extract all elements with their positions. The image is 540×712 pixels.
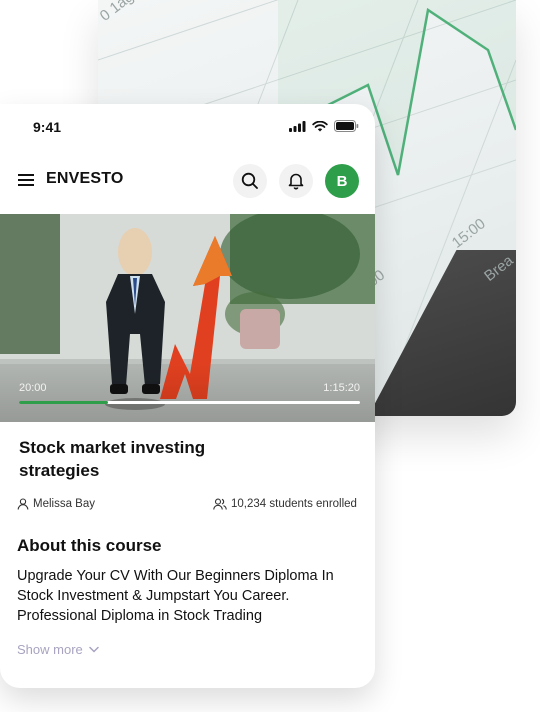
video-total-time: 1:15:20 bbox=[323, 382, 360, 394]
signal-icon bbox=[289, 120, 306, 132]
brand-logo: ENVESTO bbox=[46, 170, 124, 187]
show-more-label: Show more bbox=[17, 642, 83, 657]
avatar[interactable]: B bbox=[325, 164, 359, 198]
video-player[interactable]: 20:00 1:15:20 bbox=[0, 214, 375, 422]
about-description: Upgrade Your CV With Our Beginners Diplo… bbox=[17, 568, 334, 624]
chevron-down-icon bbox=[89, 646, 99, 653]
users-icon bbox=[213, 498, 227, 510]
video-progress-bar[interactable] bbox=[19, 401, 360, 404]
battery-icon bbox=[334, 120, 359, 132]
wifi-icon bbox=[312, 120, 328, 131]
enrolled-count: 10,234 students enrolled bbox=[231, 498, 357, 510]
video-thumbnail bbox=[0, 214, 375, 422]
course-title: Stock market investing strategies bbox=[19, 438, 206, 480]
course-enrollment: 10,234 students enrolled bbox=[213, 498, 357, 510]
status-time: 9:41 bbox=[33, 119, 62, 135]
status-bar: 9:41 bbox=[0, 104, 375, 150]
notifications-button[interactable] bbox=[279, 164, 313, 198]
author-name: Melissa Bay bbox=[33, 498, 95, 510]
user-icon bbox=[17, 498, 29, 510]
status-icons bbox=[289, 120, 359, 132]
course-author: Melissa Bay bbox=[17, 498, 95, 510]
phone-screen: 9:41 ENVESTO B 20:00 1:15:20 Stock marke… bbox=[0, 104, 375, 688]
about-heading: About this course bbox=[17, 536, 162, 555]
app-bar: ENVESTO B bbox=[0, 160, 375, 200]
video-progress-fill bbox=[19, 401, 108, 404]
menu-icon[interactable] bbox=[18, 173, 34, 187]
video-current-time: 20:00 bbox=[19, 382, 47, 394]
search-icon bbox=[241, 172, 258, 189]
search-button[interactable] bbox=[233, 164, 267, 198]
bell-icon bbox=[288, 173, 304, 190]
show-more-button[interactable]: Show more bbox=[17, 642, 99, 657]
